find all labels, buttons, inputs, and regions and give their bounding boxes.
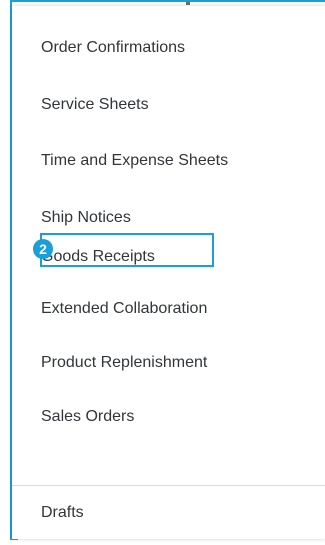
menu-item-drafts[interactable]: Drafts [12,485,325,541]
annotation-frame-top [10,0,325,2]
menu-item-order-confirmations[interactable]: Order Confirmations [12,20,325,76]
menu-item-product-replenishment[interactable]: Product Replenishment [12,335,325,391]
screenshot-stage: Order Confirmations Service Sheets Time … [0,0,325,545]
menu-item-service-sheets[interactable]: Service Sheets [12,77,325,133]
create-dropdown-menu: Order Confirmations Service Sheets Time … [12,6,325,539]
step-number-badge: 2 [33,239,53,259]
dropdown-caret-fragment [186,2,190,5]
goods-receipts-highlight [40,233,214,267]
menu-divider [12,485,325,486]
menu-item-time-and-expense-sheets[interactable]: Time and Expense Sheets [12,133,325,189]
menu-item-sales-orders[interactable]: Sales Orders [12,389,325,445]
menu-item-extended-collaboration[interactable]: Extended Collaboration [12,281,325,337]
